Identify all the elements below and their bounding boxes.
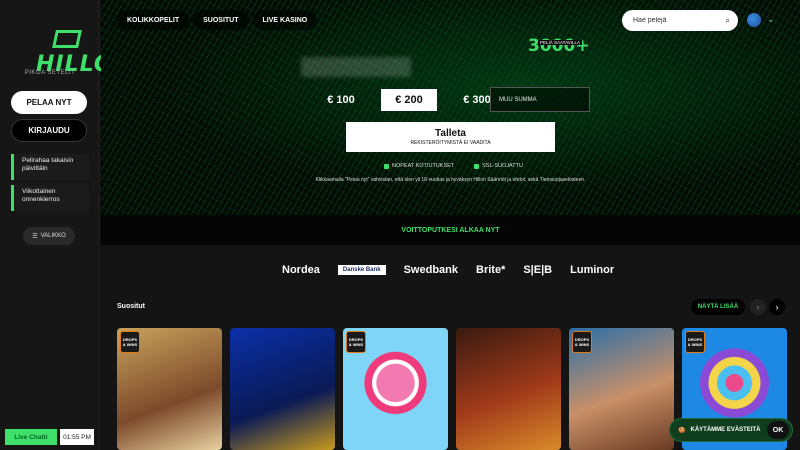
- feature-ssl: SSL-SUOJATTU: [474, 163, 523, 169]
- hillo-logo[interactable]: HILLO: [18, 14, 113, 77]
- bank-swedbank: Swedbank: [403, 264, 458, 276]
- amount-option-100[interactable]: € 100: [313, 89, 369, 111]
- chevron-left-icon[interactable]: ‹: [750, 299, 766, 315]
- deposit-sublabel: REKISTERÖITYMISTÄ EI VAADITA: [410, 140, 491, 146]
- bank-logos: Nordea Danske Bank Swedbank Brite* S|E|B…: [282, 264, 614, 276]
- amount-option-200[interactable]: € 200: [381, 89, 437, 111]
- live-chat-button[interactable]: Live Chatti: [5, 429, 57, 445]
- hero-banner: KOLIKKOPELIT SUOSITUT LIVE KASINO ⌕ ⌄ 30…: [101, 0, 800, 215]
- cookie-icon: 🍪: [678, 427, 686, 434]
- chevron-right-icon[interactable]: ›: [769, 299, 785, 315]
- game-tile[interactable]: [230, 328, 335, 450]
- chevron-down-icon[interactable]: ⌄: [767, 14, 775, 25]
- tab-popular[interactable]: SUOSITUT: [193, 10, 249, 30]
- games-count: 3000+: [528, 36, 590, 56]
- game-tile[interactable]: [456, 328, 561, 450]
- blurred-headline: [301, 57, 411, 77]
- clock: 01:55 PM: [60, 429, 94, 445]
- amount-options: € 100 € 200 € 300: [313, 89, 505, 111]
- drops-wins-badge: DROPS & WINS: [572, 331, 592, 353]
- play-now-button[interactable]: PELAA NYT: [11, 91, 87, 114]
- bank-seb: S|E|B: [523, 264, 553, 276]
- terms-text: Klikkaamalla "Pelaa nyt" vahvistan, että…: [315, 177, 586, 183]
- logo-mark-icon: [52, 30, 82, 48]
- cookie-ok-button[interactable]: OK: [767, 421, 789, 439]
- section-title: Suositut: [117, 303, 145, 310]
- promo-strip: VOITTOPUTKESI ALKAA NYT: [101, 215, 800, 245]
- deposit-button[interactable]: Talleta REKISTERÖITYMISTÄ EI VAADITA: [346, 122, 555, 152]
- games-count-label: PELIÄ SAATAVILLA: [538, 40, 583, 45]
- page: HILLO PIKOA SETELIT PELAA NYT KIRJAUDU P…: [0, 0, 800, 450]
- tab-slots[interactable]: KOLIKKOPELIT: [117, 10, 190, 30]
- drops-wins-badge: DROPS & WINS: [685, 331, 705, 353]
- game-tile[interactable]: DROPS & WINS: [569, 328, 674, 450]
- deposit-label: Talleta: [435, 128, 466, 139]
- tagline: PIKOA SETELIT: [24, 70, 76, 76]
- top-nav: KOLIKKOPELIT SUOSITUT LIVE KASINO: [117, 10, 318, 30]
- search-box: ⌕: [622, 10, 738, 31]
- cookie-banner: 🍪 KÄYTÄMME EVÄSTEITÄ OK: [669, 418, 793, 442]
- menu-icon: ☰: [32, 233, 38, 240]
- login-button[interactable]: KIRJAUDU: [11, 119, 87, 142]
- features-row: NOPEAT KOTIUTUKSET SSL-SUOJATTU: [384, 163, 523, 169]
- tab-live-casino[interactable]: LIVE KASINO: [252, 10, 318, 30]
- search-input[interactable]: [633, 17, 726, 24]
- promo-cashback[interactable]: Pelirahaa takaisin päivittäin: [11, 154, 89, 180]
- bank-danske: Danske Bank: [337, 265, 386, 275]
- game-tile[interactable]: DROPS & WINS: [343, 328, 448, 450]
- menu-button[interactable]: ☰ VALIKKO: [23, 227, 75, 245]
- cookie-text: KÄYTÄMME EVÄSTEITÄ: [690, 427, 761, 433]
- bank-luminor: Luminor: [570, 264, 615, 276]
- other-amount-input[interactable]: MUU SUMMA: [490, 87, 590, 112]
- game-tile[interactable]: DROPS & WINS: [117, 328, 222, 450]
- feature-fast-withdrawals: NOPEAT KOTIUTUKSET: [384, 163, 454, 169]
- menu-label: VALIKKO: [40, 233, 66, 239]
- promo-wheel[interactable]: Viikottainen onnenkierros: [11, 185, 89, 211]
- check-icon: [474, 163, 480, 169]
- sidebar: HILLO PIKOA SETELIT PELAA NYT KIRJAUDU P…: [0, 0, 113, 450]
- search-icon[interactable]: ⌕: [726, 16, 730, 26]
- bank-brite: Brite*: [476, 264, 506, 276]
- check-icon: [384, 163, 389, 169]
- show-more-button[interactable]: NÄYTÄ LISÄÄ: [691, 299, 745, 315]
- globe-icon[interactable]: [747, 13, 761, 27]
- drops-wins-badge: DROPS & WINS: [346, 331, 366, 353]
- bank-nordea: Nordea: [282, 264, 320, 276]
- drops-wins-badge: DROPS & WINS: [120, 331, 140, 353]
